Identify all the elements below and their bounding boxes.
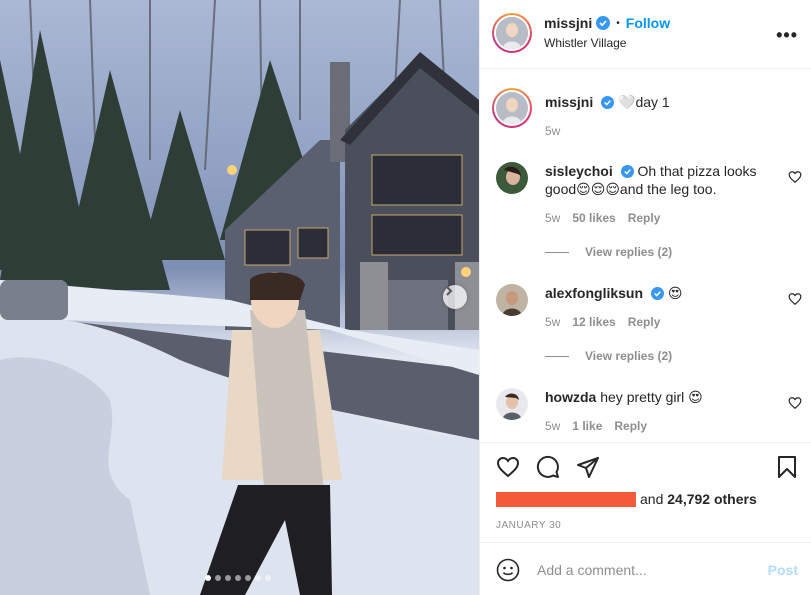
author-avatar[interactable] xyxy=(492,13,532,53)
comment-body: 😍 xyxy=(667,285,683,301)
bookmark-icon[interactable] xyxy=(776,455,798,479)
separator-dot: • xyxy=(616,17,620,29)
avatar-photo xyxy=(496,17,528,49)
comment-likes[interactable]: 1 like xyxy=(572,419,602,433)
view-replies-label: View replies (2) xyxy=(585,349,673,363)
comment-bubble-icon[interactable] xyxy=(536,455,560,479)
commenter-username[interactable]: sisleychoi xyxy=(545,163,613,179)
reply-button[interactable]: Reply xyxy=(614,419,647,433)
post-actions: and 24,792 others JANUARY 30 xyxy=(480,442,811,542)
caption-time[interactable]: 5w xyxy=(545,124,560,138)
carousel-dot xyxy=(225,575,231,581)
comment-time[interactable]: 5w xyxy=(545,419,560,433)
carousel-dot xyxy=(245,575,251,581)
comment-likes[interactable]: 50 likes xyxy=(572,211,615,225)
caption-emoji: 🤍 xyxy=(618,94,636,110)
view-replies-label: View replies (2) xyxy=(585,245,673,259)
photo-scene xyxy=(0,0,479,595)
view-replies-button[interactable]: View replies (2) xyxy=(545,245,672,259)
comment-composer: Post xyxy=(480,542,811,595)
comment-item: alexfongliksun 😍 5w 12 likes Reply View … xyxy=(480,282,811,372)
carousel-dots xyxy=(205,575,271,581)
comment-text: howzda hey pretty girl 😍 xyxy=(545,388,775,406)
caption-avatar[interactable] xyxy=(492,88,532,128)
comment-meta: 5w 50 likes Reply xyxy=(545,211,660,225)
like-comment-heart-icon[interactable] xyxy=(788,292,802,306)
comment-meta: 5w 1 like Reply xyxy=(545,419,647,433)
post-side-panel: missjni • Follow Whistler Village ••• mi… xyxy=(479,0,811,595)
emoji-picker-icon[interactable] xyxy=(496,558,520,582)
author-username[interactable]: missjni xyxy=(544,15,592,31)
caption-username[interactable]: missjni xyxy=(545,94,593,110)
avatar-photo xyxy=(496,92,528,124)
comment-text: alexfongliksun 😍 xyxy=(545,284,775,302)
chevron-right-icon xyxy=(446,286,453,296)
comment-meta: 5w 12 likes Reply xyxy=(545,315,660,329)
next-slide-button[interactable] xyxy=(443,285,467,309)
likes-summary: and 24,792 others xyxy=(496,491,757,507)
reply-button[interactable]: Reply xyxy=(628,211,661,225)
commenter-avatar[interactable] xyxy=(496,284,528,316)
divider-line xyxy=(545,251,569,253)
verified-badge-icon xyxy=(620,165,634,178)
like-comment-heart-icon[interactable] xyxy=(788,170,802,184)
comment-item: howzda hey pretty girl 😍 5w 1 like Reply xyxy=(480,386,811,436)
comment-input[interactable] xyxy=(535,557,759,583)
carousel-dot xyxy=(235,575,241,581)
avatar-photo xyxy=(496,388,528,420)
redacted-liker xyxy=(496,491,636,507)
comment-time[interactable]: 5w xyxy=(545,315,560,329)
carousel-dot xyxy=(215,575,221,581)
avatar-photo xyxy=(496,284,528,316)
carousel-dot xyxy=(265,575,271,581)
heart-icon[interactable] xyxy=(496,455,520,479)
caption-body: day 1 xyxy=(635,94,670,110)
post-date[interactable]: JANUARY 30 xyxy=(496,520,561,531)
likes-and: and xyxy=(640,491,664,507)
carousel-dot xyxy=(255,575,261,581)
follow-button[interactable]: Follow xyxy=(626,15,670,31)
comment-body: Oh that pizza looks xyxy=(637,163,757,179)
caption-meta: 5w xyxy=(545,124,560,138)
comment-body: good😌😌😌and the leg too. xyxy=(545,181,717,197)
comment-body: hey pretty girl 😍 xyxy=(600,389,703,405)
comment-likes[interactable]: 12 likes xyxy=(572,315,615,329)
verified-badge-icon xyxy=(650,287,664,300)
reply-button[interactable]: Reply xyxy=(628,315,661,329)
comment-item: sisleychoi Oh that pizza looks good😌😌😌an… xyxy=(480,160,811,260)
comment-text: sisleychoi Oh that pizza looks good😌😌😌an… xyxy=(545,162,775,198)
commenter-username[interactable]: howzda xyxy=(545,389,596,405)
likes-count[interactable]: 24,792 others xyxy=(667,491,757,507)
commenter-avatar[interactable] xyxy=(496,388,528,420)
verified-badge-icon xyxy=(601,96,615,109)
post-comment-button[interactable]: Post xyxy=(768,562,798,578)
comment-time[interactable]: 5w xyxy=(545,211,560,225)
caption: missjni 🤍day 1 5w xyxy=(480,88,811,148)
post-photo[interactable] xyxy=(0,0,479,595)
more-options-icon[interactable]: ••• xyxy=(776,25,798,46)
verified-badge-icon xyxy=(596,16,611,30)
view-replies-button[interactable]: View replies (2) xyxy=(545,349,672,363)
like-comment-heart-icon[interactable] xyxy=(788,396,802,410)
paper-plane-icon[interactable] xyxy=(576,455,600,479)
commenter-avatar[interactable] xyxy=(496,162,528,194)
post-header: missjni • Follow Whistler Village ••• xyxy=(480,0,811,69)
commenter-username[interactable]: alexfongliksun xyxy=(545,285,643,301)
caption-text: missjni 🤍day 1 xyxy=(545,93,775,111)
avatar-photo xyxy=(496,162,528,194)
divider-line xyxy=(545,355,569,357)
carousel-dot xyxy=(205,575,211,581)
post-location[interactable]: Whistler Village xyxy=(544,36,626,50)
